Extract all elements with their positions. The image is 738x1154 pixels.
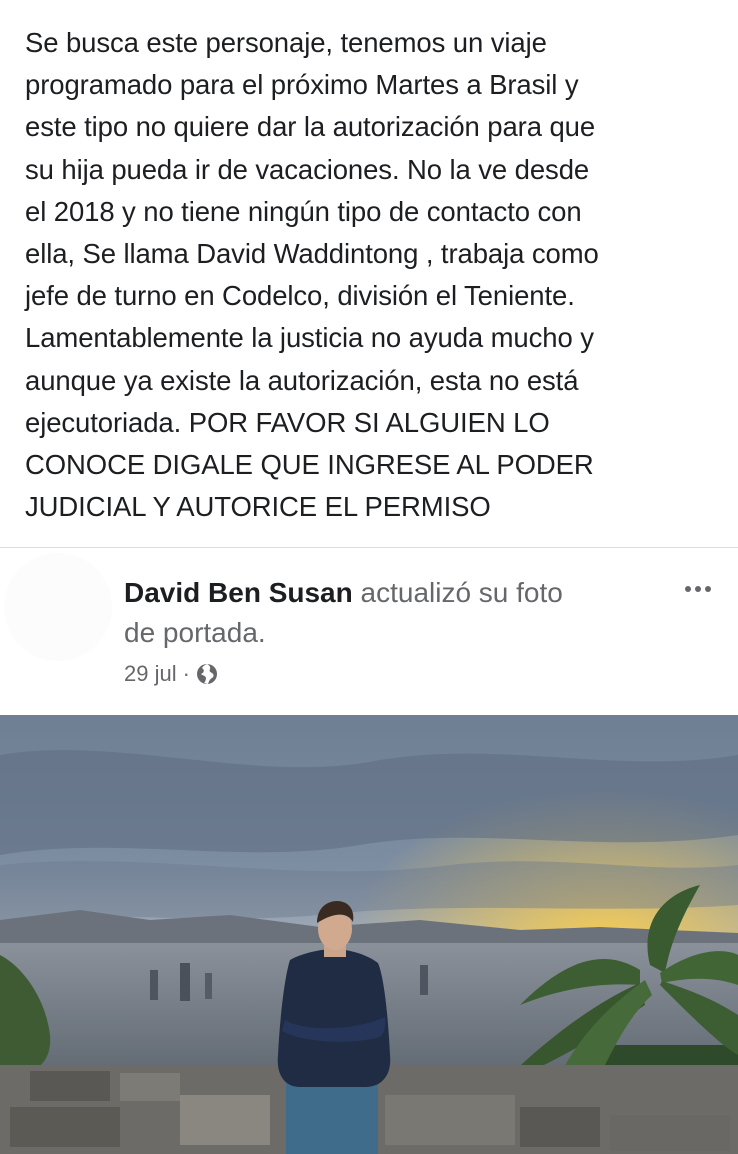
meta-separator: · — [182, 661, 190, 686]
post-text-line: ejecutoriada. POR FAVOR SI ALGUIEN LO — [25, 406, 550, 438]
post-text-line: ella, Se llama David Waddintong , trabaj… — [25, 238, 599, 270]
post-text-line: Lamentablemente la justicia no ayuda muc… — [25, 322, 594, 354]
post-date-link[interactable]: 29 jul — [124, 659, 177, 689]
post-text-line: este tipo no quiere dar la autorización … — [25, 111, 596, 143]
post-text-line: Se busca este personaje, tenemos un viaj… — [25, 27, 547, 58]
post-text-line: JUDICIAL Y AUTORICE EL PERMISO — [25, 491, 491, 523]
more-options-button[interactable] — [676, 574, 720, 604]
shared-post-header: David Ben Susan actualizó su foto — [124, 574, 563, 612]
post-meta: 29 jul · — [124, 659, 218, 689]
cover-photo[interactable] — [0, 715, 738, 1154]
post-body-text: Se busca este personaje, tenemos un viaj… — [25, 22, 725, 528]
globe-icon[interactable] — [196, 663, 218, 685]
post-text-line: CONOCE DIGALE QUE INGRESE AL PODER — [25, 449, 594, 481]
author-name-link[interactable]: David Ben Susan — [124, 577, 353, 608]
post-text-line: aunque ya existe la autorización, esta n… — [25, 364, 579, 396]
post-text-line: el 2018 y no tiene ningún tipo de contac… — [25, 195, 582, 227]
post-divider — [0, 547, 738, 548]
more-options-dot — [685, 586, 691, 592]
action-text: actualizó su foto — [360, 577, 563, 608]
post-text-line: su hija pueda ir de vacaciones. No la ve… — [25, 153, 590, 185]
action-text-continued: de portada. — [124, 617, 266, 648]
avatar[interactable] — [4, 553, 112, 661]
post-text-line: programado para el próximo Martes a Bras… — [25, 69, 579, 101]
more-options-dot — [705, 586, 711, 592]
post-text-line: jefe de turno en Codelco, división el Te… — [25, 280, 575, 312]
more-options-dot — [695, 586, 701, 592]
